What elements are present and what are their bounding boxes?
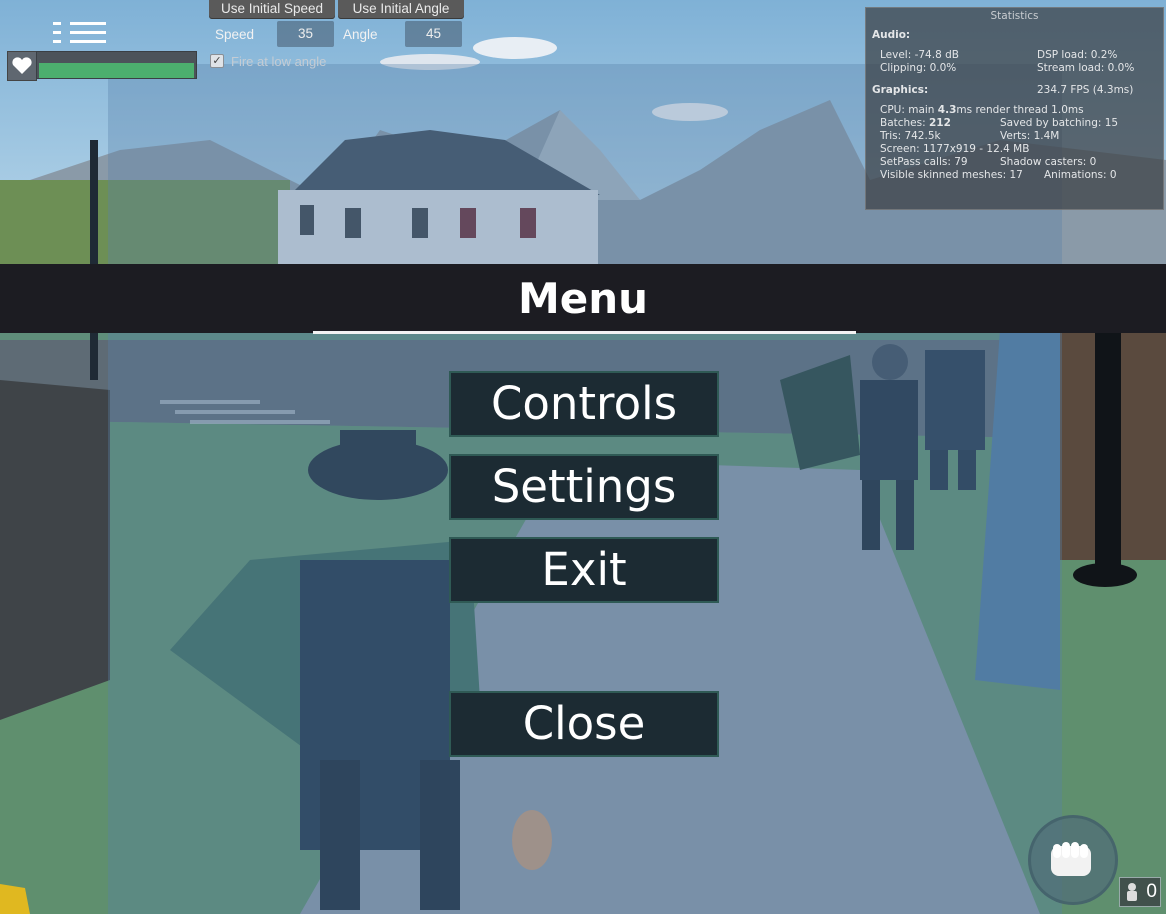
graphics-heading: Graphics: bbox=[872, 84, 929, 96]
speed-label: Speed bbox=[215, 27, 255, 42]
audio-heading: Audio: bbox=[872, 29, 911, 41]
cloud bbox=[473, 37, 557, 59]
audio-clipping: Clipping: 0.0% bbox=[880, 62, 957, 74]
fire-low-angle-checkbox[interactable]: ✓ bbox=[210, 54, 224, 68]
batches-readout: Batches: 212 bbox=[880, 117, 951, 129]
statistics-panel: Statistics Audio: Level: -74.8 dB DSP lo… bbox=[865, 7, 1164, 210]
dsp-load: DSP load: 0.2% bbox=[1037, 49, 1118, 61]
angle-field[interactable]: 45 bbox=[405, 21, 462, 47]
menu-title-underline bbox=[313, 331, 856, 334]
use-initial-angle-button[interactable]: Use Initial Angle bbox=[338, 0, 464, 19]
statistics-title: Statistics bbox=[990, 10, 1039, 22]
hamburger-menu-icon[interactable] bbox=[53, 22, 107, 44]
batches-value: 212 bbox=[929, 117, 951, 129]
shadow-casters-readout: Shadow casters: 0 bbox=[1000, 156, 1097, 168]
heart-icon bbox=[7, 51, 37, 81]
settings-button[interactable]: Settings bbox=[449, 454, 719, 520]
health-bar-fill bbox=[39, 63, 194, 78]
item-count: 0 bbox=[1146, 881, 1157, 902]
cpu-suffix: ms render thread 1.0ms bbox=[956, 104, 1084, 116]
cpu-prefix: CPU: main bbox=[880, 104, 938, 116]
audio-level: Level: -74.8 dB bbox=[880, 49, 959, 61]
angle-label: Angle bbox=[343, 27, 378, 42]
exit-button[interactable]: Exit bbox=[449, 537, 719, 603]
menu-title: Menu bbox=[517, 274, 649, 323]
cpu-readout: CPU: main 4.3ms render thread 1.0ms bbox=[880, 104, 1084, 116]
health-bar bbox=[36, 51, 197, 79]
punch-button[interactable] bbox=[1028, 815, 1118, 905]
verts-readout: Verts: 1.4M bbox=[1000, 130, 1060, 142]
stream-load: Stream load: 0.0% bbox=[1037, 62, 1135, 74]
cpu-main-value: 4.3 bbox=[937, 104, 957, 116]
use-initial-speed-button[interactable]: Use Initial Speed bbox=[209, 0, 335, 19]
saved-by-batching: Saved by batching: 15 bbox=[1000, 117, 1119, 129]
animations-readout: Animations: 0 bbox=[1044, 169, 1117, 181]
batches-prefix: Batches: bbox=[880, 117, 929, 129]
controls-button[interactable]: Controls bbox=[449, 371, 719, 437]
skinned-meshes-readout: Visible skinned meshes: 17 bbox=[880, 169, 1023, 181]
close-button[interactable]: Close bbox=[449, 691, 719, 757]
fps-readout: 234.7 FPS (4.3ms) bbox=[1037, 84, 1134, 96]
speed-field[interactable]: 35 bbox=[277, 21, 334, 47]
setpass-readout: SetPass calls: 79 bbox=[880, 156, 968, 168]
tris-readout: Tris: 742.5k bbox=[880, 130, 941, 142]
item-count-box: 0 bbox=[1119, 877, 1161, 907]
screen-readout: Screen: 1177x919 - 12.4 MB bbox=[880, 143, 1030, 155]
figure-icon bbox=[1127, 883, 1137, 901]
fire-low-angle-label: Fire at low angle bbox=[231, 54, 327, 69]
fist-icon bbox=[1051, 842, 1091, 876]
lamp-post bbox=[1095, 300, 1121, 570]
